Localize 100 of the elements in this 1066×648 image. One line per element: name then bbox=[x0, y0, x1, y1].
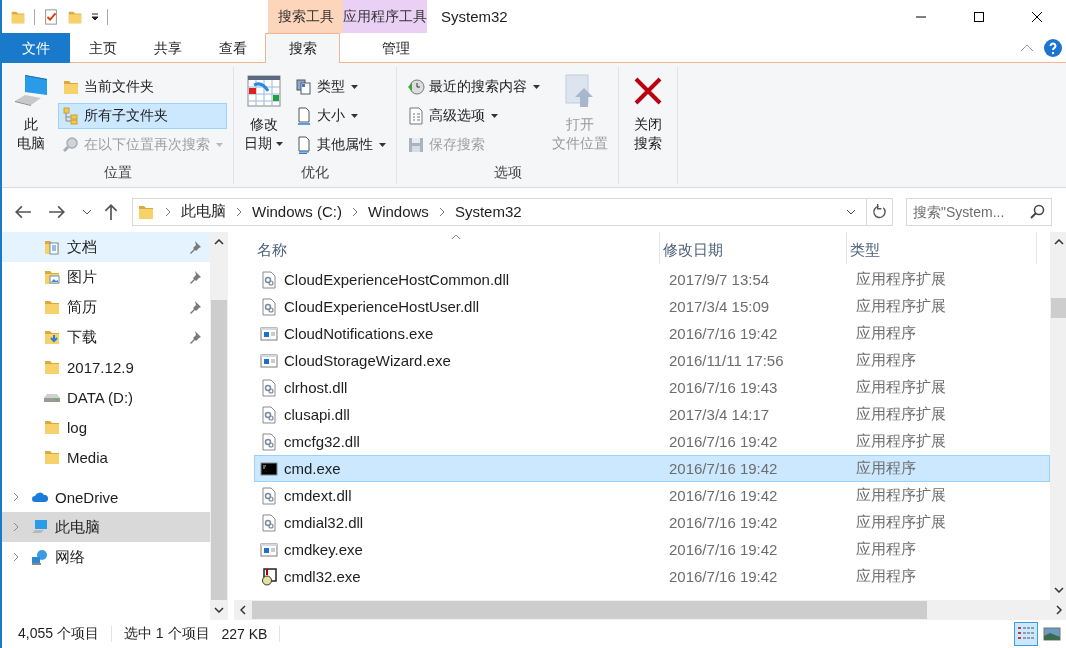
nav-item[interactable]: log bbox=[2, 412, 210, 442]
application-icon bbox=[260, 540, 278, 559]
file-row[interactable]: cmcfg32.dll 2016/7/16 19:42 应用程序扩展 bbox=[254, 428, 1050, 455]
help-icon[interactable] bbox=[1044, 38, 1062, 57]
scrollbar[interactable] bbox=[1050, 232, 1066, 600]
ribbon-tab[interactable]: 查看 bbox=[200, 33, 265, 63]
file-row[interactable]: CloudExperienceHostUser.dll 2017/3/4 15:09 应用程序扩展 bbox=[254, 293, 1050, 320]
nav-item[interactable]: 文档 bbox=[2, 232, 210, 262]
scroll-down-icon[interactable] bbox=[214, 607, 224, 613]
chevron-down-icon[interactable] bbox=[82, 208, 92, 215]
pin-icon[interactable] bbox=[188, 300, 202, 314]
nav-item[interactable]: DATA (D:) bbox=[2, 382, 210, 412]
landscape-thumbnail-icon bbox=[1043, 626, 1061, 642]
nav-item[interactable]: 图片 bbox=[2, 262, 210, 292]
ribbon-large-button[interactable]: 修改 日期 bbox=[240, 67, 287, 164]
context-tab-label: 应用程序工具 bbox=[343, 0, 427, 33]
caret-icon[interactable] bbox=[91, 12, 99, 21]
ribbon-button[interactable]: 所有子文件夹 bbox=[58, 103, 227, 129]
file-name: cmdl32.exe bbox=[284, 568, 361, 585]
scroll-up-icon[interactable] bbox=[214, 239, 224, 245]
date-cell: 2016/7/16 19:42 bbox=[669, 325, 778, 342]
expand-chevron-icon[interactable] bbox=[11, 492, 21, 502]
breadcrumb[interactable]: Windows bbox=[368, 203, 429, 220]
file-name: cmdial32.dll bbox=[284, 514, 364, 531]
ribbon-button[interactable]: 高级选项 bbox=[403, 103, 544, 129]
scroll-thumb[interactable] bbox=[211, 300, 227, 600]
ribbon-tab[interactable]: 共享 bbox=[135, 33, 200, 63]
column-header[interactable]: 名称 bbox=[254, 232, 660, 264]
file-name: cmd.exe bbox=[284, 460, 341, 477]
ribbon-tab[interactable]: 搜索 bbox=[265, 33, 340, 63]
expand-chevron-icon[interactable] bbox=[11, 552, 21, 562]
close-icon bbox=[1031, 10, 1043, 23]
scroll-right-icon[interactable] bbox=[1056, 605, 1062, 615]
file-row[interactable]: CloudNotifications.exe 2016/7/16 19:42 应用程序 bbox=[254, 320, 1050, 347]
chevron-right-icon[interactable] bbox=[352, 206, 358, 217]
file-row[interactable]: cmdext.dll 2016/7/16 19:42 应用程序扩展 bbox=[254, 482, 1050, 509]
item-count: 4,055 个项目 bbox=[18, 625, 99, 643]
refresh-button[interactable] bbox=[867, 197, 893, 226]
column-header[interactable]: 类型 bbox=[847, 232, 1037, 264]
nav-item[interactable]: 下载 bbox=[2, 322, 210, 352]
chevron-right-icon[interactable] bbox=[165, 206, 171, 217]
ribbon-large-button[interactable]: 关闭 搜索 bbox=[625, 67, 671, 184]
ribbon-large-button[interactable]: 此 电脑 bbox=[8, 67, 54, 164]
ribbon-tab[interactable]: 主页 bbox=[70, 33, 135, 63]
date-cell: 2016/7/16 19:42 bbox=[669, 460, 778, 477]
scroll-up-icon[interactable] bbox=[1054, 239, 1064, 245]
file-row[interactable]: cmd.exe 2016/7/16 19:42 应用程序 bbox=[254, 455, 1050, 482]
ribbon-button[interactable]: 最近的搜索内容 bbox=[403, 74, 544, 100]
window-title: System32 bbox=[440, 7, 508, 27]
nav-item[interactable]: OneDrive bbox=[2, 482, 210, 512]
ribbon-tab[interactable]: 管理 bbox=[342, 33, 449, 63]
ribbon-button[interactable]: 其他属性 bbox=[291, 132, 390, 158]
up-arrow-icon[interactable] bbox=[102, 202, 120, 221]
scroll-thumb[interactable] bbox=[1051, 298, 1066, 318]
chevron-right-icon[interactable] bbox=[236, 206, 242, 217]
type-cell: 应用程序 bbox=[856, 540, 916, 559]
nav-item[interactable]: 此电脑 bbox=[2, 512, 210, 542]
ribbon-button[interactable]: 大小 bbox=[291, 103, 390, 129]
horizontal-scrollbar[interactable] bbox=[234, 600, 1066, 620]
nav-item[interactable]: 简历 bbox=[2, 292, 210, 322]
file-row[interactable]: cmdial32.dll 2016/7/16 19:42 应用程序扩展 bbox=[254, 509, 1050, 536]
magnifier-icon bbox=[62, 136, 80, 154]
checkmark-icon[interactable] bbox=[43, 8, 59, 25]
expand-chevron-icon[interactable] bbox=[11, 522, 21, 532]
scroll-left-icon[interactable] bbox=[240, 605, 246, 615]
nav-item[interactable]: Media bbox=[2, 442, 210, 472]
file-row[interactable]: clusapi.dll 2017/3/4 14:17 应用程序扩展 bbox=[254, 401, 1050, 428]
date-cell: 2017/3/4 15:09 bbox=[669, 298, 770, 315]
address-bar[interactable]: 此电脑 Windows (C:) Windows System32 bbox=[132, 197, 867, 226]
ribbon-tab[interactable]: 文件 bbox=[2, 33, 70, 63]
file-row[interactable]: CloudExperienceHostCommon.dll 2017/9/7 13:54 应用程序扩展 bbox=[254, 266, 1050, 293]
pin-icon[interactable] bbox=[188, 330, 202, 344]
scroll-down-icon[interactable] bbox=[1054, 587, 1064, 593]
file-row[interactable]: cmdkey.exe 2016/7/16 19:42 应用程序 bbox=[254, 536, 1050, 563]
file-row[interactable]: clrhost.dll 2016/7/16 19:43 应用程序扩展 bbox=[254, 374, 1050, 401]
chevron-down-icon[interactable] bbox=[846, 208, 856, 215]
date-cell: 2016/7/16 19:42 bbox=[669, 541, 778, 558]
file-row[interactable]: cmdl32.exe 2016/7/16 19:42 应用程序 bbox=[254, 563, 1050, 590]
folder-icon bbox=[43, 418, 61, 436]
details-view-button[interactable] bbox=[1014, 622, 1038, 646]
nav-item[interactable]: 2017.12.9 bbox=[2, 352, 210, 382]
breadcrumb[interactable]: System32 bbox=[454, 203, 522, 220]
ribbon-button[interactable]: 当前文件夹 bbox=[58, 74, 227, 100]
file-name: CloudExperienceHostCommon.dll bbox=[284, 271, 510, 288]
collapse-ribbon-icon[interactable] bbox=[1020, 43, 1034, 52]
breadcrumb[interactable]: 此电脑 bbox=[181, 202, 226, 221]
chevron-right-icon[interactable] bbox=[438, 206, 445, 217]
pin-icon[interactable] bbox=[188, 240, 202, 254]
type-cell: 应用程序 bbox=[856, 324, 916, 343]
search-field[interactable]: 搜索"System... bbox=[906, 197, 1052, 226]
file-row[interactable]: CloudStorageWizard.exe 2016/11/11 17:56 应用程序 bbox=[254, 347, 1050, 374]
scroll-thumb[interactable] bbox=[252, 601, 927, 619]
pin-icon[interactable] bbox=[188, 270, 202, 284]
breadcrumb[interactable]: Windows (C:) bbox=[252, 203, 342, 220]
ribbon-button[interactable]: 类型 bbox=[291, 74, 390, 100]
scrollbar[interactable] bbox=[210, 232, 228, 620]
details-list-icon bbox=[1017, 626, 1035, 642]
network-icon bbox=[31, 548, 49, 566]
column-header[interactable]: 修改日期 bbox=[660, 232, 847, 264]
nav-item[interactable]: 网络 bbox=[2, 542, 210, 572]
